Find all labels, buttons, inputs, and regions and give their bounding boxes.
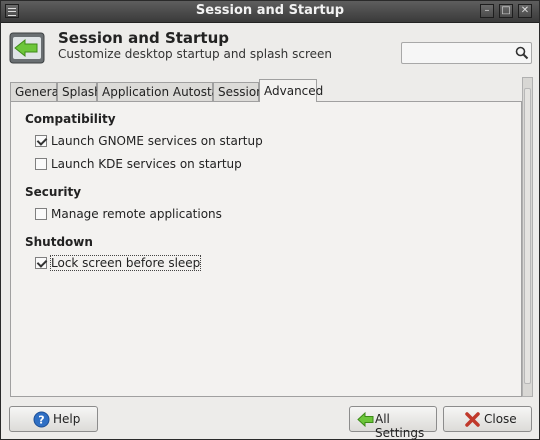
tab-label: Application Autostart: [102, 85, 229, 99]
checkbox-lock-screen[interactable]: [35, 257, 47, 269]
session-startup-window: Session and Startup – □ ✕ Session and St…: [0, 0, 540, 440]
section-security-title: Security: [25, 185, 82, 199]
help-button[interactable]: ? Help: [9, 406, 98, 432]
close-button-label: Close: [484, 412, 517, 426]
close-icon[interactable]: ✕: [518, 4, 532, 18]
close-icon: [465, 412, 480, 427]
title-bar[interactable]: Session and Startup – □ ✕: [1, 1, 539, 23]
tab-general[interactable]: General: [10, 82, 62, 101]
window-title: Session and Startup: [195, 3, 345, 18]
search-icon[interactable]: [515, 46, 529, 60]
session-startup-icon: [9, 32, 45, 64]
help-button-label: Help: [53, 412, 81, 426]
help-icon: ?: [33, 411, 50, 428]
scrollbar[interactable]: [522, 77, 533, 397]
page-title: Session and Startup: [58, 29, 230, 47]
option-label: Launch KDE services on startup: [51, 157, 242, 171]
svg-text:?: ?: [38, 414, 44, 427]
minimize-icon[interactable]: –: [480, 4, 494, 18]
tab-label: Session: [218, 85, 264, 99]
dialog-header: Session and Startup Customize desktop st…: [1, 23, 539, 73]
option-label: Manage remote applications: [51, 207, 222, 221]
tab-label: General: [15, 85, 63, 99]
search-input[interactable]: [406, 45, 510, 63]
maximize-icon[interactable]: □: [499, 4, 513, 18]
page-subtitle: Customize desktop startup and splash scr…: [58, 47, 332, 61]
option-label: Launch GNOME services on startup: [51, 134, 263, 148]
tab-label: Advanced: [264, 84, 324, 98]
tab-application-autostart[interactable]: Application Autostart: [97, 82, 229, 101]
checkbox-launch-gnome[interactable]: [35, 135, 47, 147]
all-settings-icon: [357, 411, 374, 428]
section-compatibility-title: Compatibility: [25, 112, 116, 126]
tab-label: Splash: [62, 85, 102, 99]
checkbox-launch-kde[interactable]: [35, 158, 47, 170]
tab-splash[interactable]: Splash: [57, 82, 102, 101]
section-shutdown-title: Shutdown: [25, 235, 93, 249]
tab-advanced[interactable]: Advanced: [259, 79, 323, 102]
all-settings-button-label: All Settings: [375, 412, 425, 440]
scrollbar-thumb[interactable]: [524, 88, 531, 384]
all-settings-button[interactable]: All Settings: [349, 406, 437, 440]
search-field[interactable]: [401, 42, 532, 64]
close-button[interactable]: Close: [443, 406, 532, 432]
option-label: Lock screen before sleep: [49, 255, 202, 271]
tab-session[interactable]: Session: [213, 82, 264, 101]
checkbox-manage-remote[interactable]: [35, 208, 47, 220]
